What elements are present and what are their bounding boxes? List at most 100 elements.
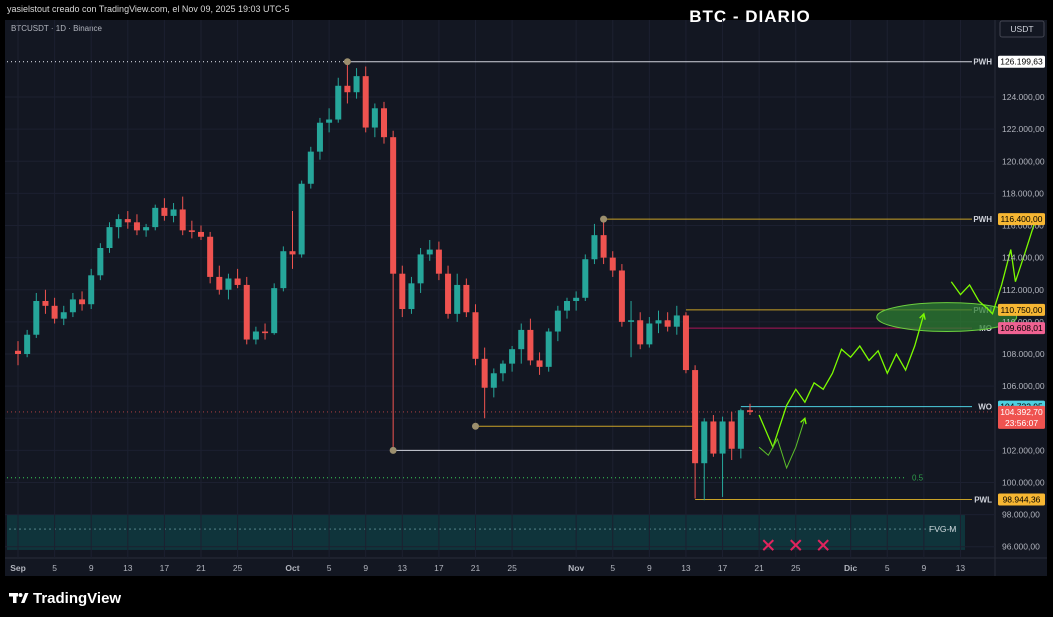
y-tick-label: 112.000,00 <box>1002 285 1044 295</box>
x-tick-label: 9 <box>921 563 926 573</box>
candle <box>97 243 104 281</box>
candle-body <box>618 270 625 322</box>
chart-title: BTC - DIARIO <box>689 7 811 26</box>
x-tick-label: Oct <box>285 563 299 573</box>
candle <box>280 246 287 292</box>
candle-body <box>490 373 497 388</box>
candle-body <box>573 297 580 301</box>
plot-area[interactable] <box>5 20 995 576</box>
candle <box>271 283 278 335</box>
candle-body <box>298 183 305 255</box>
level-name-wo: WO <box>978 403 992 412</box>
candle-body <box>390 137 397 274</box>
x-tick-label: Dic <box>844 563 858 573</box>
x-tick-label: 13 <box>956 563 966 573</box>
fib-label: 0.5 <box>912 474 924 483</box>
candle-body <box>664 320 671 327</box>
candle-body <box>15 350 21 354</box>
y-axis: 96.000,00 98.000,00 100.000,00 102.000,00 10… <box>1002 92 1045 552</box>
tradingview-brand: TradingView <box>33 590 121 607</box>
candle-body <box>673 315 680 327</box>
creator-caption: yasielstout creado con TradingView.com, … <box>7 4 290 14</box>
candle-body <box>152 207 159 228</box>
candle <box>472 304 479 366</box>
candle-body <box>51 305 58 319</box>
y-tick-label: 124.000,00 <box>1002 92 1045 102</box>
pivot-dot <box>389 446 397 454</box>
y-tick-label: 100.000,00 <box>1002 477 1045 487</box>
candle-body <box>289 251 296 255</box>
candle-body <box>445 273 452 314</box>
candle-body <box>344 85 351 93</box>
y-tick-label: 98.000,00 <box>1002 510 1040 520</box>
fvg-zone <box>7 514 965 550</box>
pivot-dot <box>472 422 479 430</box>
candle-body <box>564 301 570 311</box>
y-tick-label: 122.000,00 <box>1002 124 1045 134</box>
currency-badge-label: USDT <box>1010 24 1033 34</box>
x-tick-label: 5 <box>610 563 615 573</box>
candle-body <box>637 320 644 345</box>
candle-body <box>426 249 433 255</box>
x-tick-label: 9 <box>363 563 368 573</box>
candle <box>362 66 369 133</box>
candle-body <box>509 349 516 364</box>
candle-body <box>207 236 214 277</box>
candle <box>618 264 625 327</box>
candle-body <box>33 301 40 335</box>
candle-body <box>69 299 76 313</box>
x-tick-label: 21 <box>471 563 481 573</box>
candle-body <box>353 76 360 93</box>
x-tick-label: 9 <box>89 563 94 573</box>
x-tick-label: 13 <box>398 563 408 573</box>
candle-body <box>307 151 314 184</box>
price-scale[interactable] <box>995 20 1047 576</box>
candle-body <box>188 230 195 232</box>
x-tick-label: 9 <box>647 563 652 573</box>
candle <box>152 204 159 231</box>
candle-body <box>143 227 150 231</box>
x-tick-label: 25 <box>233 563 243 573</box>
candle-body <box>88 275 95 305</box>
candle-body <box>42 301 49 306</box>
candle-body <box>481 358 488 388</box>
level-name-pwh: PWH <box>973 58 992 67</box>
price-chart[interactable]: yasielstout creado con TradingView.com, … <box>0 0 1053 617</box>
fvg-layer: FVG-M <box>7 514 965 550</box>
last-price-tag: 104.392,7023:56:07 <box>998 405 1045 429</box>
candle-body <box>60 312 67 319</box>
candle-body <box>335 85 342 120</box>
x-tick-label: 5 <box>52 563 57 573</box>
currency-badge[interactable]: USDT <box>999 20 1045 38</box>
svg-text:98.944,36: 98.944,36 <box>1003 494 1041 504</box>
price-tag: 110.750,00 <box>998 303 1045 316</box>
candle-body <box>728 421 735 449</box>
candle-body <box>518 329 525 350</box>
candle-body <box>252 331 259 340</box>
candle <box>582 254 589 301</box>
candle-body <box>179 209 186 231</box>
candle-body <box>472 312 479 359</box>
x-tick-label: 5 <box>885 563 890 573</box>
candle-body <box>106 227 113 248</box>
x-tick-label: Sep <box>10 563 26 573</box>
candle-body <box>97 248 104 276</box>
candle-body <box>591 235 598 260</box>
candle-body <box>747 410 753 412</box>
level-name-pwh: PWH <box>973 215 992 224</box>
x-tick-label: 21 <box>196 563 206 573</box>
candle-body <box>609 257 616 271</box>
logo-stem <box>13 593 17 603</box>
candle-body <box>692 370 699 464</box>
x-tick-label: 5 <box>327 563 332 573</box>
x-tick-label: Nov <box>568 563 584 573</box>
candle-body <box>646 323 653 345</box>
candle-body <box>79 299 86 305</box>
price-tag: 116.400,00 <box>998 213 1045 226</box>
candle-body <box>234 278 241 285</box>
candle-body <box>655 320 662 324</box>
candle-body <box>719 421 726 454</box>
x-tick-label: 17 <box>718 563 728 573</box>
y-tick-label: 96.000,00 <box>1002 542 1040 552</box>
svg-text:116.400,00: 116.400,00 <box>1001 214 1043 224</box>
